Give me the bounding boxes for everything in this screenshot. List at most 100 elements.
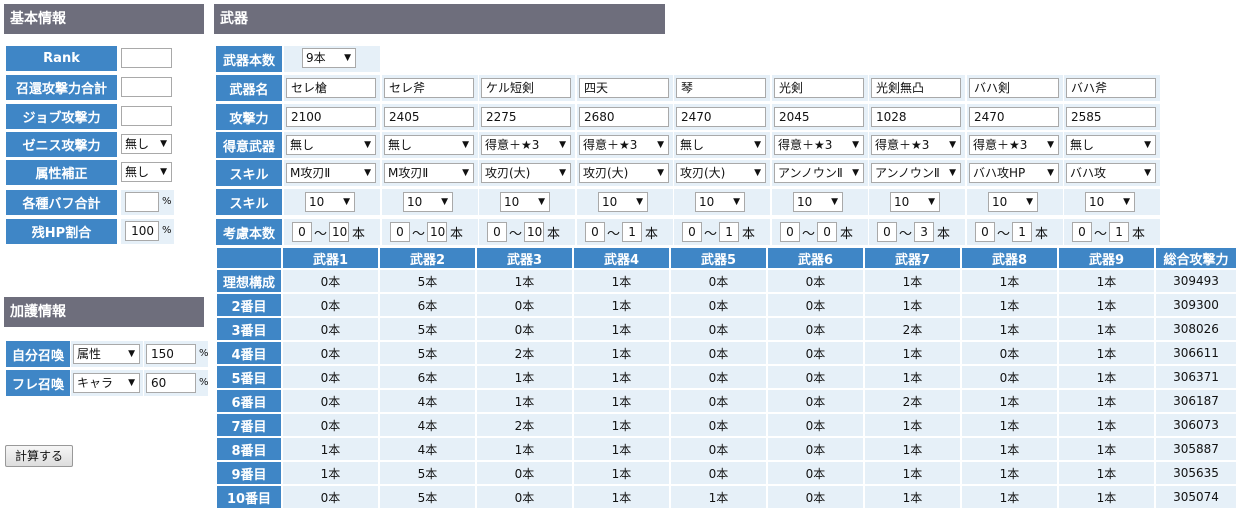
weapon-range: 0 〜 1 本	[585, 222, 671, 242]
weapon-skill-select[interactable]: バハ攻HP ▼	[969, 163, 1059, 183]
weapon-skill-level-select[interactable]: 10 ▼	[1085, 192, 1135, 212]
weapon-name-input[interactable]: ケル短剣	[481, 78, 571, 98]
weapon-favorite-select[interactable]: 得意＋★3 ▼	[969, 135, 1059, 155]
divine-input[interactable]: 150	[146, 344, 196, 364]
range-max-input[interactable]: 0	[817, 222, 838, 242]
range-tilde: 〜	[607, 226, 621, 242]
chevron-down-icon: ▼	[538, 197, 545, 207]
weapon-attack-input[interactable]: 2470	[676, 107, 766, 127]
weapon-attack-input[interactable]: 2470	[969, 107, 1059, 127]
weapon-attack-input[interactable]: 2275	[481, 107, 571, 127]
range-min-input[interactable]: 0	[780, 222, 800, 242]
calculate-button[interactable]: 計算する	[5, 445, 73, 467]
chevron-down-icon: ▼	[949, 140, 956, 150]
weapon-skill-level-select[interactable]: 10 ▼	[500, 192, 550, 212]
weapon-skill-level-select[interactable]: 10 ▼	[305, 192, 355, 212]
table-row: 10番目 0本 5本 0本 1本 1本 0本 1本 1本 1本 305074	[217, 486, 1236, 508]
weapon-attack-input[interactable]: 2680	[579, 107, 669, 127]
weapon-count-cell: 0本	[477, 294, 572, 316]
range-min-input[interactable]: 0	[585, 222, 605, 242]
weapon-skill-level-select[interactable]: 10 ▼	[598, 192, 648, 212]
weapon-favorite-select[interactable]: 無し ▼	[1066, 135, 1156, 155]
weapon-skill-select[interactable]: バハ攻 ▼	[1066, 163, 1156, 183]
range-min-input[interactable]: 0	[292, 222, 312, 242]
weapon-count-cell: 1本	[865, 486, 960, 508]
range-max-input[interactable]: 10	[524, 222, 545, 242]
select-value: 得意＋★3	[973, 138, 1028, 152]
weapon-attack-input[interactable]: 2045	[774, 107, 864, 127]
range-unit: 本	[742, 226, 756, 242]
range-max-input[interactable]: 1	[1109, 222, 1130, 242]
results-table: 武器1 武器2 武器3 武器4 武器5 武器6 武器7 武器8 武器9 総合攻撃力 理想構成 0本 5本…	[215, 246, 1238, 510]
weapon-name-input[interactable]: 琴	[676, 78, 766, 98]
basic-input[interactable]	[121, 106, 172, 126]
weapon-name-input[interactable]: 四天	[579, 78, 669, 98]
weapon-count-cell: 0本	[962, 342, 1057, 364]
weapon-count-cell: 1本	[962, 390, 1057, 412]
range-min-input[interactable]: 0	[487, 222, 507, 242]
range-max-input[interactable]: 3	[914, 222, 935, 242]
range-min-input[interactable]: 0	[390, 222, 410, 242]
weapon-skill-level-select[interactable]: 10 ▼	[890, 192, 940, 212]
weapon-favorite-select[interactable]: 得意＋★3 ▼	[481, 135, 571, 155]
weapon-skill-select[interactable]: アンノウンⅡ ▼	[774, 163, 864, 183]
total-attack-cell: 306187	[1156, 390, 1236, 412]
weapon-attack-input[interactable]: 2100	[286, 107, 376, 127]
range-max-input[interactable]: 1	[622, 222, 643, 242]
weapon-favorite-select[interactable]: 得意＋★3 ▼	[871, 135, 961, 155]
weapon-name-input[interactable]: 光剣	[774, 78, 864, 98]
weapon-count-select[interactable]: 9本 ▼	[302, 48, 356, 68]
weapon-attack-input[interactable]: 2585	[1066, 107, 1156, 127]
weapon-name-input[interactable]: バハ剣	[969, 78, 1059, 98]
range-max-input[interactable]: 10	[329, 222, 350, 242]
weapon-skill-level-select[interactable]: 10 ▼	[988, 192, 1038, 212]
weapon-favorite-label: 得意武器	[216, 132, 282, 158]
basic-select[interactable]: 無し ▼	[121, 134, 172, 154]
divine-input[interactable]: 60	[146, 373, 196, 393]
range-min-input[interactable]: 0	[877, 222, 897, 242]
range-max-input[interactable]: 10	[427, 222, 448, 242]
results-row-label: 7番目	[217, 414, 281, 436]
divine-select[interactable]: 属性 ▼	[73, 344, 140, 364]
weapon-skill-select[interactable]: アンノウンⅡ ▼	[871, 163, 961, 183]
range-unit: 本	[840, 226, 854, 242]
divine-select[interactable]: キャラ ▼	[73, 373, 140, 393]
weapon-favorite-select[interactable]: 得意＋★3 ▼	[774, 135, 864, 155]
weapon-skill-select[interactable]: M攻刃Ⅱ ▼	[286, 163, 376, 183]
weapon-name-input[interactable]: 光剣無凸	[871, 78, 961, 98]
results-column-header: 武器2	[380, 248, 475, 268]
weapon-attack-input[interactable]: 2405	[384, 107, 474, 127]
weapon-skill-level-select[interactable]: 10 ▼	[793, 192, 843, 212]
weapon-skill-level-select[interactable]: 10 ▼	[403, 192, 453, 212]
range-tilde: 〜	[997, 226, 1011, 242]
weapon-favorite-select[interactable]: 無し ▼	[286, 135, 376, 155]
weapon-favorite-select[interactable]: 得意＋★3 ▼	[579, 135, 669, 155]
range-tilde: 〜	[509, 226, 523, 242]
basic-input[interactable]	[121, 77, 172, 97]
weapon-count-cell: 2本	[865, 390, 960, 412]
weapon-count-cell: 0本	[671, 366, 766, 388]
basic-label: 属性補正	[6, 160, 117, 185]
weapon-favorite-select[interactable]: 無し ▼	[676, 135, 766, 155]
basic-select[interactable]: 無し ▼	[121, 162, 172, 182]
total-attack-cell: 305074	[1156, 486, 1236, 508]
range-min-input[interactable]: 0	[975, 222, 995, 242]
weapon-count-cell: 0本	[477, 486, 572, 508]
range-min-input[interactable]: 0	[1072, 222, 1092, 242]
weapon-skill-select[interactable]: 攻刃(大) ▼	[481, 163, 571, 183]
range-max-input[interactable]: 1	[719, 222, 740, 242]
weapon-name-input[interactable]: バハ斧	[1066, 78, 1156, 98]
weapon-skill-select[interactable]: 攻刃(大) ▼	[579, 163, 669, 183]
range-min-input[interactable]: 0	[682, 222, 702, 242]
basic-input[interactable]	[125, 192, 159, 212]
weapon-attack-input[interactable]: 1028	[871, 107, 961, 127]
range-max-input[interactable]: 1	[1012, 222, 1033, 242]
basic-input[interactable]	[121, 48, 172, 68]
weapon-skill-level-select[interactable]: 10 ▼	[695, 192, 745, 212]
weapon-skill-select[interactable]: 攻刃(大) ▼	[676, 163, 766, 183]
basic-input[interactable]: 100	[125, 221, 159, 241]
weapon-skill-select[interactable]: M攻刃Ⅱ ▼	[384, 163, 474, 183]
weapon-name-input[interactable]: セレ斧	[384, 78, 474, 98]
weapon-favorite-select[interactable]: 無し ▼	[384, 135, 474, 155]
weapon-name-input[interactable]: セレ槍	[286, 78, 376, 98]
